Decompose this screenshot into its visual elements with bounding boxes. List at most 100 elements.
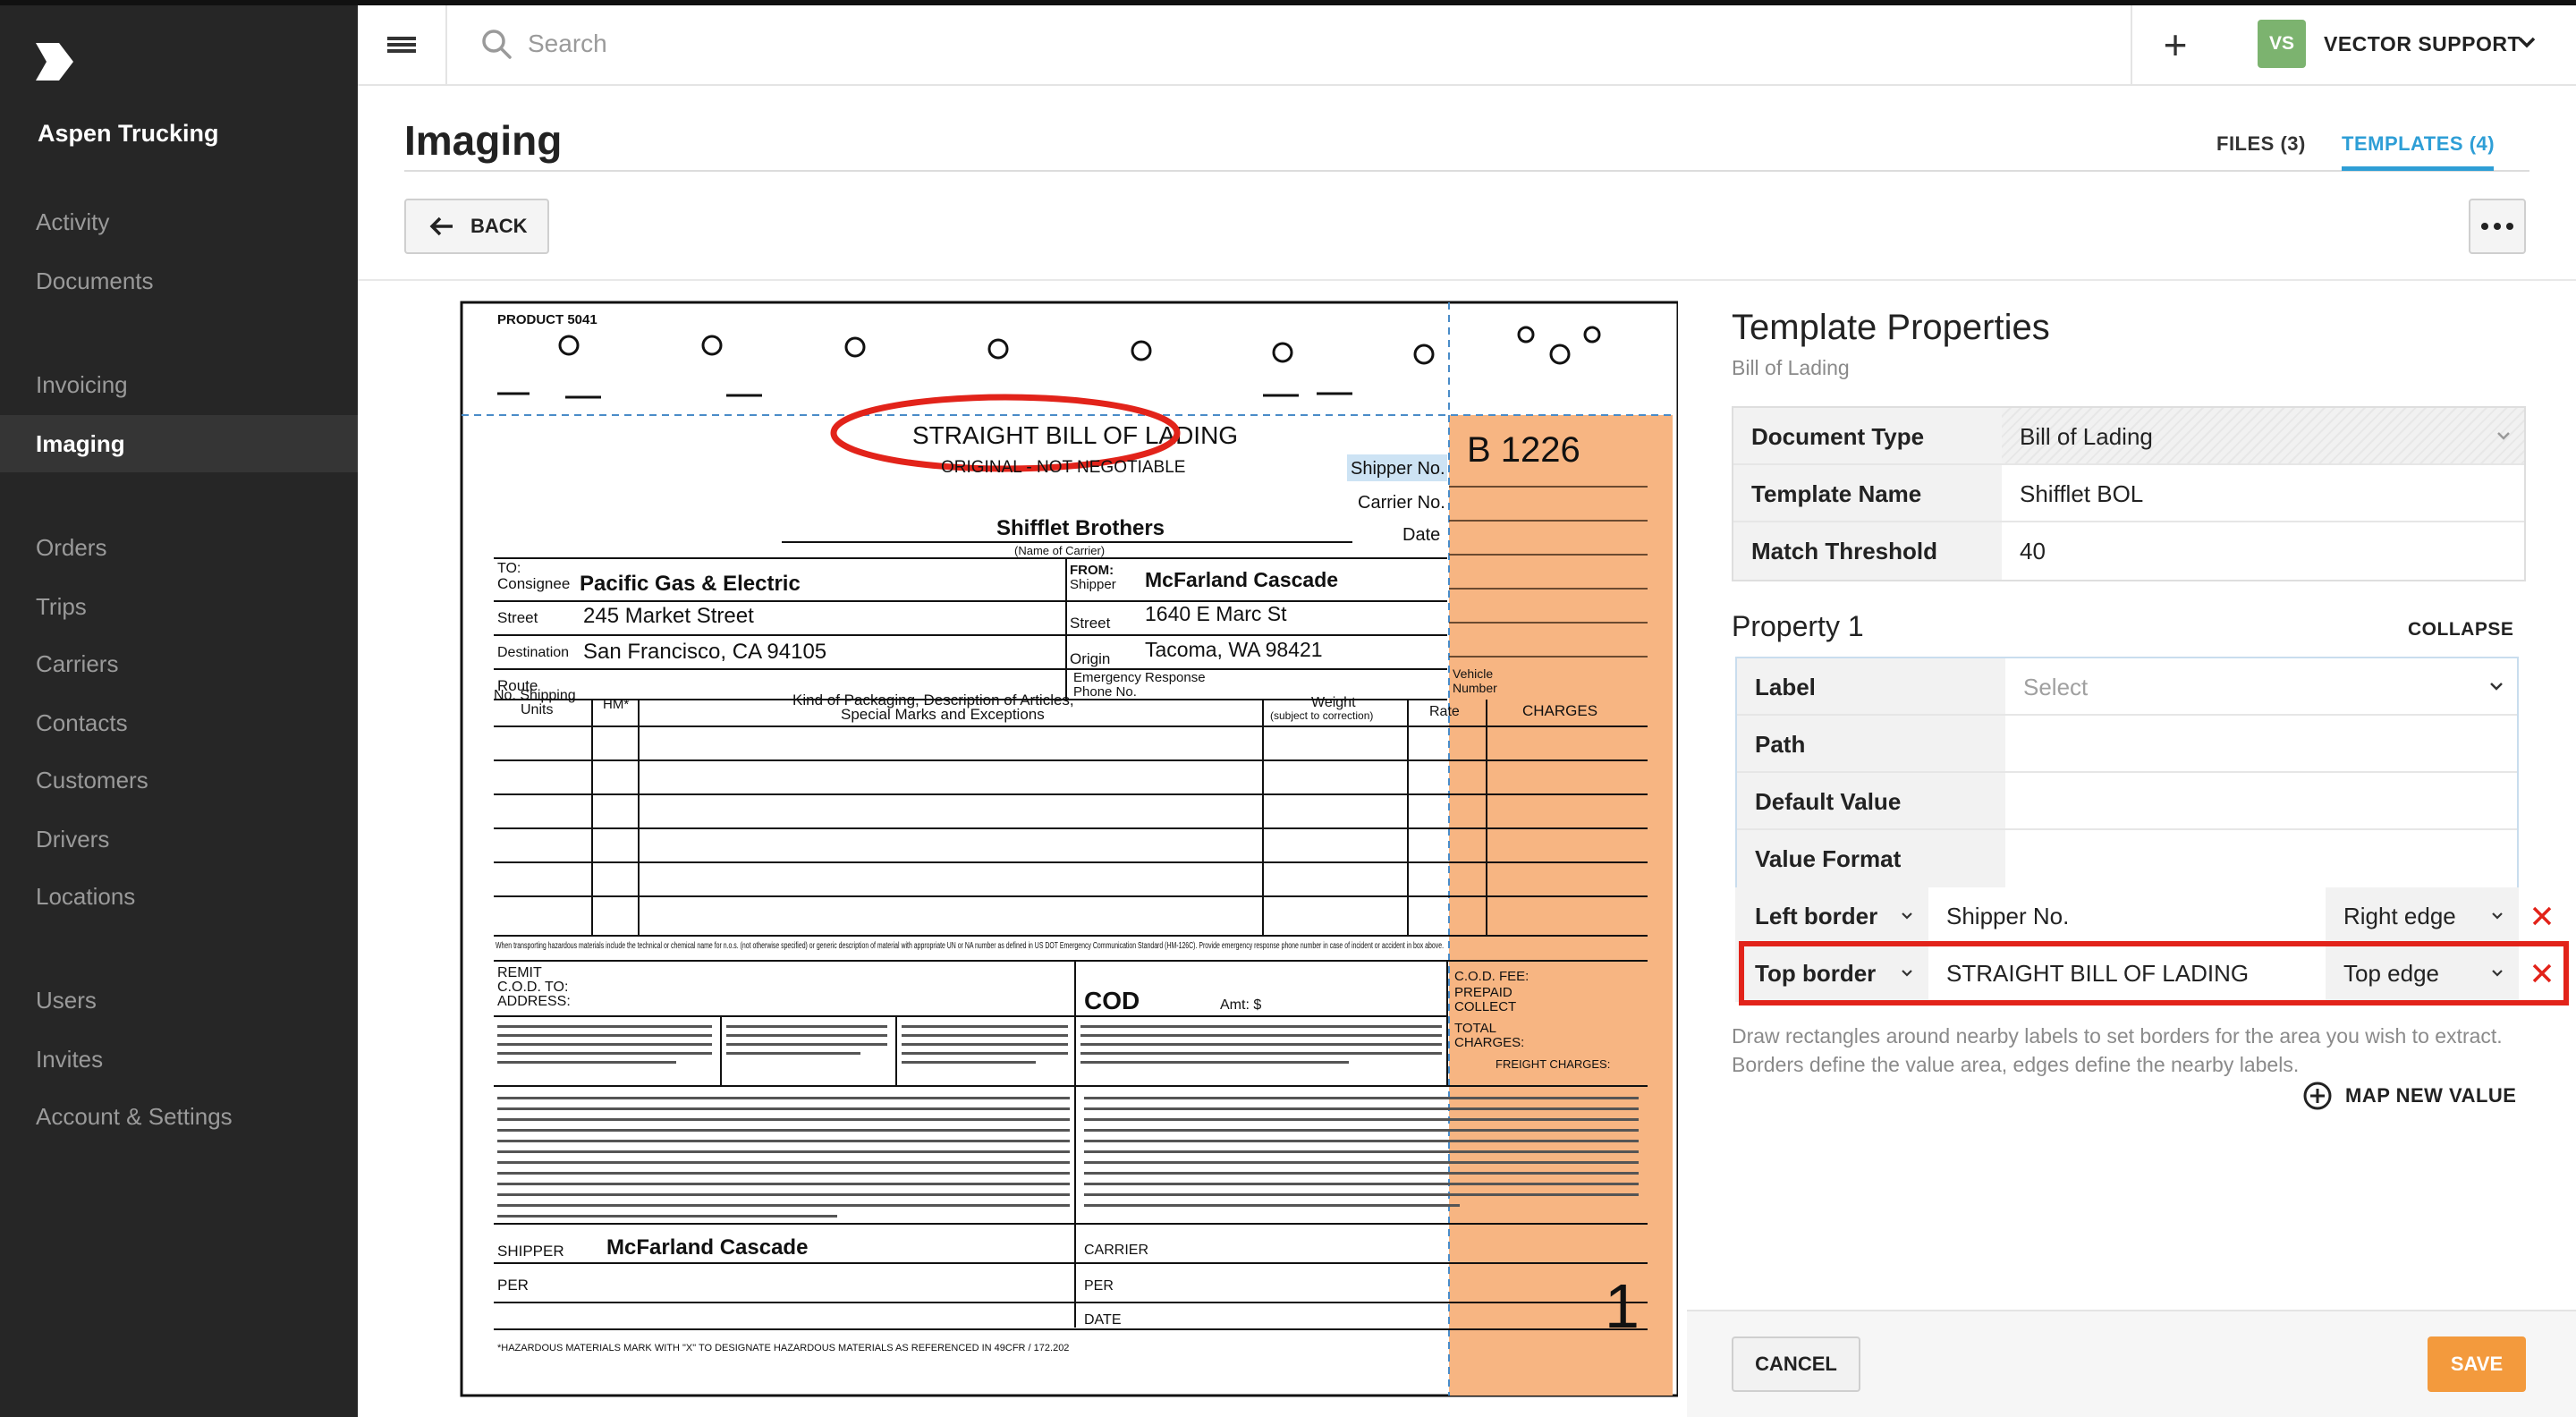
default-value-row: Default Value — [1737, 773, 2517, 830]
cod-amount-label: Amt: $ — [1220, 997, 1261, 1013]
sidebar-item-drivers[interactable]: Drivers — [0, 810, 358, 868]
col-units: No. Shipping — [494, 688, 576, 703]
tab-files[interactable]: FILES (3) — [2216, 132, 2306, 156]
more-options-icon[interactable] — [2469, 199, 2526, 254]
sidebar-item-invites[interactable]: Invites — [0, 1031, 358, 1088]
sidebar-item-trips[interactable]: Trips — [0, 578, 358, 635]
sidebar-item-account-settings[interactable]: Account & Settings — [0, 1088, 358, 1145]
top-bar: + VS VECTOR SUPPORT — [358, 5, 2576, 86]
date-sign-label: DATE — [1084, 1312, 1121, 1328]
cancel-button[interactable]: CANCEL — [1732, 1336, 1860, 1392]
shipper-sign-value: McFarland Cascade — [606, 1235, 808, 1260]
remove-top-border-icon[interactable] — [2531, 963, 2553, 984]
carrier-name: Shifflet Brothers — [996, 516, 1165, 540]
col-desc2: Special Marks and Exceptions — [841, 706, 1045, 723]
consignee-street: 245 Market Street — [583, 604, 754, 628]
per-label: PER — [497, 1277, 529, 1294]
col-weight: Weight — [1311, 695, 1356, 710]
sidebar-item-imaging[interactable]: Imaging — [0, 415, 358, 472]
active-tab-indicator — [2342, 166, 2494, 171]
sidebar-item-activity[interactable]: Activity — [0, 193, 358, 250]
panel-title: Template Properties — [1732, 308, 2050, 347]
product-code: PRODUCT 5041 — [497, 312, 597, 327]
chevron-down-icon — [1902, 912, 1912, 920]
value-format-row: Value Format — [1737, 830, 2517, 887]
sidebar-item-customers[interactable]: Customers — [0, 751, 358, 809]
carrier-sign-label: CARRIER — [1084, 1243, 1148, 1258]
back-button[interactable]: BACK — [404, 199, 549, 254]
value-format-key: Value Format — [1737, 830, 2005, 887]
col-hm: HM* — [603, 697, 629, 712]
save-button[interactable]: SAVE — [2428, 1336, 2526, 1392]
hazard-note: *HAZARDOUS MATERIALS MARK WITH "X" TO DE… — [497, 1343, 1069, 1353]
value-format-field[interactable] — [2005, 830, 2517, 887]
collapse-button[interactable]: COLLAPSE — [2408, 619, 2513, 641]
avatar[interactable]: VS — [2258, 20, 2306, 68]
sidebar-item-documents[interactable]: Documents — [0, 252, 358, 310]
label-select[interactable]: Select — [2005, 658, 2517, 714]
vehicle-number-label: Number — [1453, 681, 1497, 695]
document-type-value: Bill of Lading — [2020, 423, 2153, 450]
template-properties-table: Document Type Bill of Lading Template Na… — [1732, 406, 2526, 581]
destination-value: San Francisco, CA 94105 — [583, 640, 826, 664]
highlighted-top-border-outline — [1739, 941, 2569, 1005]
label-row: Label Select — [1737, 658, 2517, 716]
header-divider — [404, 170, 2529, 172]
chevron-down-icon — [2490, 683, 2503, 691]
match-threshold-label: Match Threshold — [1733, 522, 2002, 580]
arrow-left-icon — [429, 216, 453, 236]
left-border-select[interactable]: Left border — [1735, 887, 1928, 945]
total-charges-label: TOTAL — [1454, 1021, 1496, 1036]
sidebar-item-contacts[interactable]: Contacts — [0, 694, 358, 751]
aspen-chevron-logo-icon[interactable] — [34, 41, 75, 82]
col-rate: Rate — [1429, 704, 1460, 719]
col-units2: Units — [521, 702, 553, 717]
match-threshold-field[interactable]: 40 — [2002, 522, 2524, 580]
sidebar-item-orders[interactable]: Orders — [0, 519, 358, 576]
plus-icon[interactable]: + — [2131, 5, 2218, 84]
bill-of-lading-image[interactable]: PRODUCT 5041 STRAIGHT BILL OF LADING ORI… — [458, 299, 1678, 1401]
destination-label: Destination — [497, 645, 569, 660]
label-key: Label — [1737, 658, 2005, 714]
emergency-label: Emergency Response — [1073, 670, 1206, 685]
left-edge-select[interactable]: Right edge — [2326, 887, 2519, 945]
left-border-row: Left border Shipper No. Right edge — [1735, 887, 2519, 945]
document-type-select[interactable]: Bill of Lading — [2002, 408, 2524, 463]
bill-number: B 1226 — [1467, 430, 1580, 470]
date-label: Date — [1402, 525, 1440, 545]
match-threshold-row: Match Threshold 40 — [1733, 522, 2524, 580]
carrier-per-label: PER — [1084, 1278, 1114, 1294]
hamburger-menu-icon[interactable] — [358, 5, 447, 84]
user-menu-name[interactable]: VECTOR SUPPORT — [2324, 32, 2521, 56]
collect-label: COLLECT — [1454, 999, 1516, 1014]
cod-fee-label: C.O.D. FEE: — [1454, 969, 1529, 984]
sidebar-item-carriers[interactable]: Carriers — [0, 635, 358, 692]
path-row: Path — [1737, 716, 2517, 773]
freight-charges-label: FREIGHT CHARGES: — [1496, 1057, 1610, 1071]
consignee-value: Pacific Gas & Electric — [580, 572, 801, 596]
chevron-down-icon[interactable] — [2517, 32, 2537, 52]
remove-left-border-icon[interactable] — [2531, 905, 2553, 927]
sidebar: Aspen Trucking Activity Documents Invoic… — [0, 5, 358, 1417]
search-icon — [482, 30, 512, 59]
map-new-value-label: MAP NEW VALUE — [2345, 1084, 2517, 1107]
address-label: ADDRESS: — [497, 994, 571, 1009]
sidebar-item-invoicing[interactable]: Invoicing — [0, 356, 358, 413]
sidebar-item-locations[interactable]: Locations — [0, 868, 358, 925]
origin-label: Origin — [1070, 650, 1110, 667]
template-name-label: Template Name — [1733, 465, 2002, 521]
search-input[interactable] — [528, 21, 1422, 66]
shipper-value: McFarland Cascade — [1145, 568, 1338, 591]
tab-templates[interactable]: TEMPLATES (4) — [2342, 132, 2495, 156]
sidebar-item-users[interactable]: Users — [0, 972, 358, 1029]
template-name-field[interactable]: Shifflet BOL — [2002, 465, 2524, 521]
default-value-field[interactable] — [2005, 773, 2517, 828]
left-border-field[interactable]: Shipper No. — [1928, 887, 2326, 945]
remit-label: REMIT — [497, 965, 542, 980]
border-hint-text: Draw rectangles around nearby labels to … — [1732, 1024, 2503, 1076]
col-charges: CHARGES — [1522, 702, 1597, 719]
map-new-value-button[interactable]: MAP NEW VALUE — [2302, 1081, 2516, 1111]
path-field[interactable] — [2005, 716, 2517, 771]
phone-label: Phone No. — [1073, 684, 1137, 700]
vehicle-label: Vehicle — [1453, 666, 1493, 681]
